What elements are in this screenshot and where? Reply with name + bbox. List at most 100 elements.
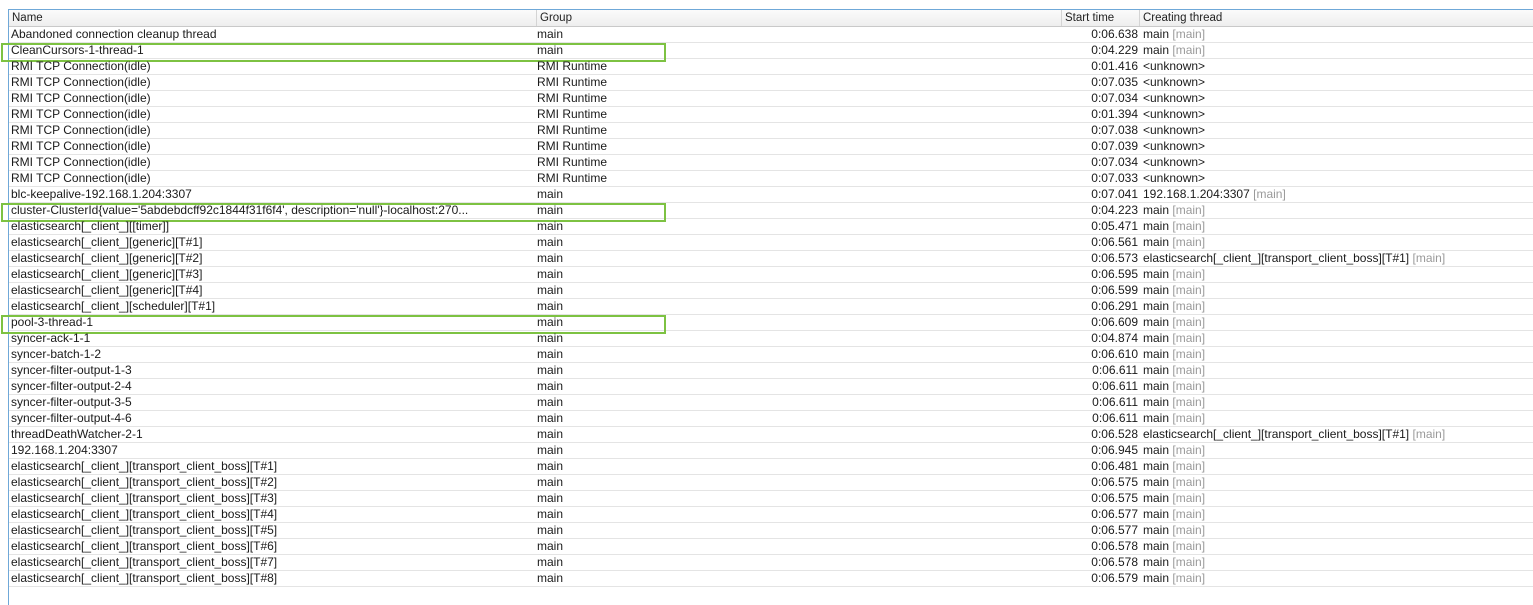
creating-thread: elasticsearch[_client_][transport_client… <box>1140 427 1533 442</box>
table-row[interactable]: elasticsearch[_client_][generic][T#4] mai… <box>9 283 1533 299</box>
table-row[interactable]: syncer-ack-1-1 main 0:04.874 main [main] <box>9 331 1533 347</box>
creating-thread-group: [main] <box>1172 395 1206 409</box>
table-row[interactable]: RMI TCP Connection(idle) RMI Runtime 0:07.… <box>9 155 1533 171</box>
table-row[interactable]: elasticsearch[_client_][transport_client… <box>9 539 1533 555</box>
table-row[interactable]: elasticsearch[_client_][[timer]] main 0:05… <box>9 219 1533 235</box>
table-row[interactable]: syncer-filter-output-3-5 main 0:06.611 main… <box>9 395 1533 411</box>
table-row[interactable]: syncer-filter-output-1-3 main 0:06.611 main… <box>9 363 1533 379</box>
thread-name: elasticsearch[_client_][transport_client… <box>11 571 278 585</box>
creating-thread: <unknown> <box>1140 107 1533 122</box>
creating-thread-group: [main] <box>1172 539 1206 553</box>
creating-thread-name: main <box>1143 379 1170 393</box>
creating-thread-name: main <box>1143 347 1170 361</box>
creating-thread-name: main <box>1143 363 1170 377</box>
creating-thread: <unknown> <box>1140 91 1533 106</box>
column-header-start-time[interactable]: Start time <box>1062 10 1140 26</box>
thread-name: elasticsearch[_client_][[timer]] <box>11 219 170 233</box>
creating-thread-group: [main] <box>1172 379 1206 393</box>
start-time: 0:01.394 <box>1091 107 1138 121</box>
table-row[interactable]: threadDeathWatcher-2-1 main 0:06.528 elasti… <box>9 427 1533 443</box>
table-row[interactable]: elasticsearch[_client_][transport_client… <box>9 555 1533 571</box>
creating-thread-group: [main] <box>1172 203 1206 217</box>
creating-thread-group: [main] <box>1172 283 1206 297</box>
creating-thread-name: main <box>1143 523 1170 537</box>
table-row[interactable]: elasticsearch[_client_][transport_client… <box>9 475 1533 491</box>
table-row[interactable]: elasticsearch[_client_][generic][T#3] mai… <box>9 267 1533 283</box>
thread-group: RMI Runtime <box>537 91 608 105</box>
table-row[interactable]: elasticsearch[_client_][transport_client… <box>9 507 1533 523</box>
table-row[interactable]: pool-3-thread-1 main 0:06.609 main [main] <box>1 315 1533 334</box>
start-time: 0:07.041 <box>1091 187 1138 201</box>
thread-name: RMI TCP Connection(idle) <box>11 171 151 185</box>
table-row[interactable]: elasticsearch[_client_][transport_client… <box>9 491 1533 507</box>
creating-thread-group: [main] <box>1412 251 1446 265</box>
table-row[interactable]: RMI TCP Connection(idle) RMI Runtime 0:07.… <box>9 123 1533 139</box>
thread-name: CleanCursors-1-thread-1 <box>11 43 144 57</box>
start-time: 0:06.561 <box>1091 235 1138 249</box>
creating-thread-group: [main] <box>1172 363 1206 377</box>
table-row[interactable]: syncer-filter-output-2-4 main 0:06.611 main… <box>9 379 1533 395</box>
column-header-creating-thread[interactable]: Creating thread <box>1140 10 1533 26</box>
thread-name: cluster-ClusterId{value='5abdebdcff92c18… <box>11 203 469 217</box>
creating-thread-group: [main] <box>1172 491 1206 505</box>
creating-thread: <unknown> <box>1140 123 1533 138</box>
creating-thread: main [main] <box>1140 363 1533 378</box>
thread-name: 192.168.1.204:3307 <box>11 443 118 457</box>
table-row[interactable]: elasticsearch[_client_][generic][T#2] mai… <box>9 251 1533 267</box>
table-row[interactable]: RMI TCP Connection(idle) RMI Runtime 0:07.… <box>9 75 1533 91</box>
creating-thread-group: [main] <box>1172 443 1206 457</box>
creating-thread: <unknown> <box>1140 171 1533 186</box>
creating-thread-group: [main] <box>1172 219 1206 233</box>
table-row[interactable]: elasticsearch[_client_][transport_client… <box>9 571 1533 587</box>
thread-group: main <box>537 539 564 553</box>
table-row[interactable]: syncer-batch-1-2 main 0:06.610 main [main] <box>9 347 1533 363</box>
thread-group: main <box>537 571 564 585</box>
creating-thread: <unknown> <box>1140 75 1533 90</box>
table-row[interactable]: Abandoned connection cleanup thread main 0… <box>9 27 1533 43</box>
creating-thread-group: [main] <box>1172 555 1206 569</box>
table-row[interactable]: blc-keepalive-192.168.1.204:3307 main 0:07… <box>9 187 1533 203</box>
column-header-group[interactable]: Group <box>537 10 1062 26</box>
creating-thread: main [main] <box>1140 443 1533 458</box>
thread-group: main <box>537 283 564 297</box>
table-row[interactable]: elasticsearch[_client_][generic][T#1] mai… <box>9 235 1533 251</box>
table-row[interactable]: elasticsearch[_client_][transport_client… <box>9 459 1533 475</box>
thread-group: main <box>537 251 564 265</box>
thread-group: main <box>537 395 564 409</box>
column-header-name[interactable]: Name <box>9 10 537 26</box>
creating-thread: main [main] <box>1140 315 1533 330</box>
creating-thread: main [main] <box>1140 571 1533 586</box>
thread-group: main <box>537 187 564 201</box>
thread-name: elasticsearch[_client_][transport_client… <box>11 475 278 489</box>
table-row[interactable]: 192.168.1.204:3307 main 0:06.945 main [main… <box>9 443 1533 459</box>
table-body: Abandoned connection cleanup thread main 0… <box>1 27 1533 587</box>
creating-thread: main [main] <box>1140 411 1533 426</box>
table-row[interactable]: RMI TCP Connection(idle) RMI Runtime 0:07.… <box>9 91 1533 107</box>
creating-thread-group: [main] <box>1172 27 1206 41</box>
table-row[interactable]: RMI TCP Connection(idle) RMI Runtime 0:01.… <box>9 107 1533 123</box>
thread-name: syncer-filter-output-2-4 <box>11 379 132 393</box>
creating-thread-group: [main] <box>1172 571 1206 585</box>
creating-thread-group: [main] <box>1253 187 1286 201</box>
table-row[interactable]: RMI TCP Connection(idle) RMI Runtime 0:07.… <box>9 171 1533 187</box>
table-row[interactable]: CleanCursors-1-thread-1 main 0:04.229 main … <box>1 43 1533 62</box>
creating-thread: main [main] <box>1140 299 1533 314</box>
start-time: 0:06.575 <box>1091 491 1138 505</box>
thread-name: elasticsearch[_client_][generic][T#4] <box>11 283 203 297</box>
creating-thread-name: main <box>1143 267 1170 281</box>
creating-thread-name: <unknown> <box>1143 107 1206 121</box>
table-row[interactable]: syncer-filter-output-4-6 main 0:06.611 main… <box>9 411 1533 427</box>
start-time: 0:07.034 <box>1091 91 1138 105</box>
creating-thread-name: <unknown> <box>1143 91 1206 105</box>
table-row[interactable]: elasticsearch[_client_][transport_client… <box>9 523 1533 539</box>
start-time: 0:07.034 <box>1091 155 1138 169</box>
creating-thread-name: <unknown> <box>1143 59 1206 73</box>
creating-thread: main [main] <box>1140 347 1533 362</box>
table-row[interactable]: elasticsearch[_client_][scheduler][T#1] m… <box>9 299 1533 315</box>
thread-group: main <box>537 459 564 473</box>
table-row[interactable]: cluster-ClusterId{value='5abdebdcff92c18… <box>1 203 1533 222</box>
thread-group: RMI Runtime <box>537 171 608 185</box>
table-row[interactable]: RMI TCP Connection(idle) RMI Runtime 0:01.… <box>9 59 1533 75</box>
start-time: 0:06.577 <box>1091 523 1138 537</box>
table-row[interactable]: RMI TCP Connection(idle) RMI Runtime 0:07.… <box>9 139 1533 155</box>
